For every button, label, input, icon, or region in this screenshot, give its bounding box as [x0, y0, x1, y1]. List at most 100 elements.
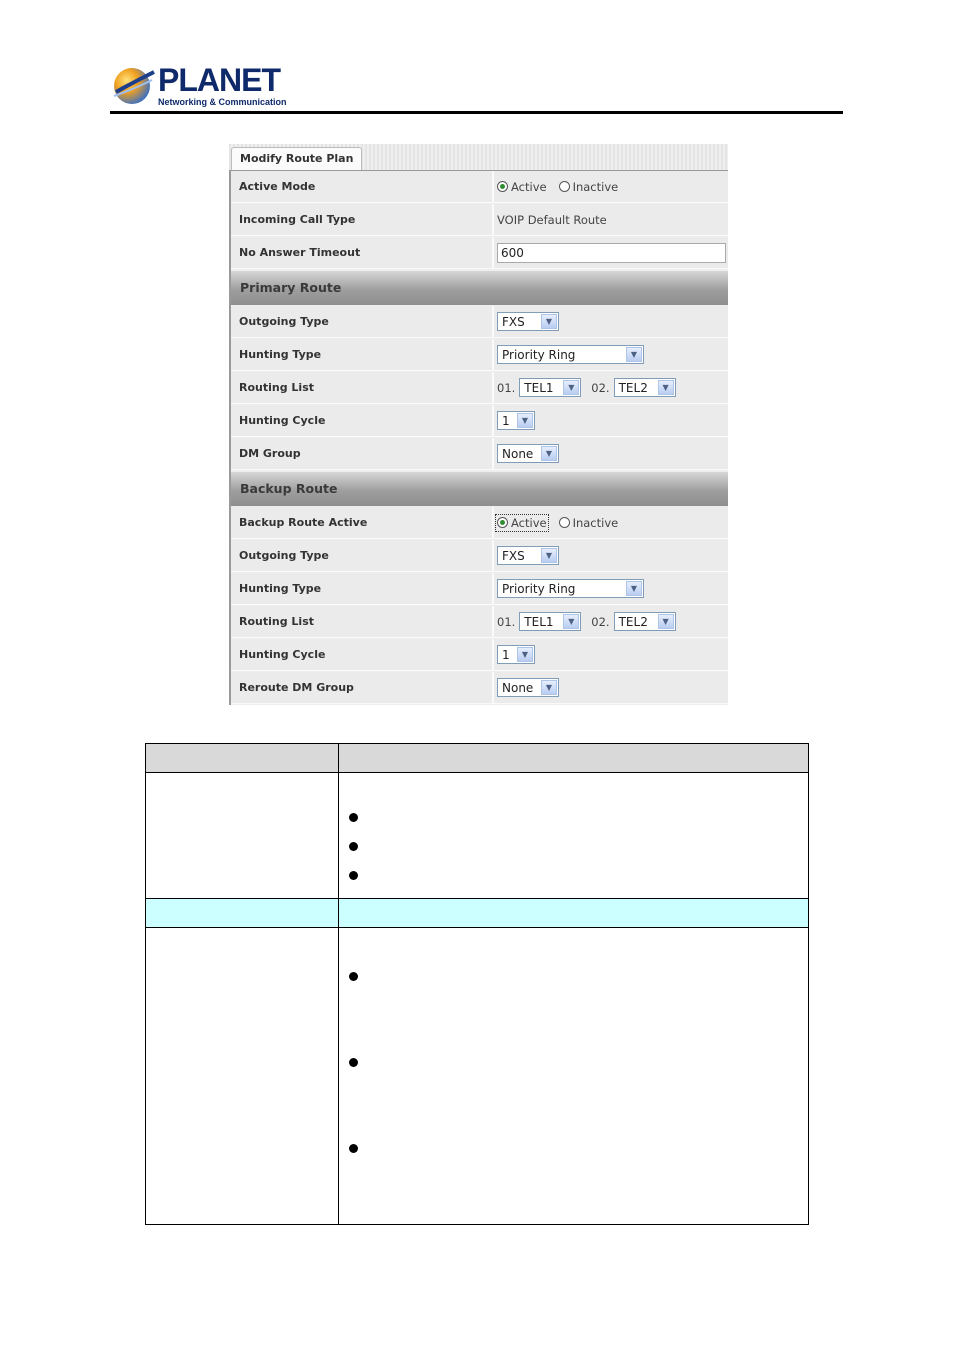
- row-primary-dm-group: DM Group None ▼: [231, 438, 728, 470]
- chevron-down-icon: ▼: [626, 347, 642, 362]
- bullet-icon: [349, 842, 358, 851]
- chevron-down-icon: ▼: [563, 614, 580, 629]
- bullet-icon: [349, 871, 358, 880]
- tab-bar: Modify Route Plan: [229, 144, 728, 170]
- radio-unchecked-icon: [558, 517, 570, 528]
- outgoing-type-label: Outgoing Type: [239, 315, 329, 328]
- list-item: [349, 861, 808, 890]
- list-item: [349, 1138, 808, 1224]
- planet-logo: PLANET Networking & Communication: [112, 62, 287, 110]
- backup-route-active-label: Backup Route Active: [239, 516, 368, 529]
- primary-routing-2-select[interactable]: TEL2 ▼: [613, 378, 676, 397]
- row-no-answer-timeout: No Answer Timeout 600: [231, 237, 728, 269]
- primary-hunting-type-select[interactable]: Priority Ring ▼: [497, 345, 644, 364]
- backup-active-radio[interactable]: Active: [495, 513, 549, 532]
- list-item: [349, 803, 808, 832]
- chevron-down-icon: ▼: [541, 680, 557, 695]
- hunting-type-label: Hunting Type: [239, 582, 322, 595]
- radio-checked-icon: [497, 181, 508, 192]
- radio-label: Inactive: [572, 179, 619, 194]
- row-primary-hunting-type: Hunting Type Priority Ring ▼: [231, 339, 728, 371]
- select-value: FXS: [502, 548, 525, 563]
- radio-label: Active: [511, 515, 547, 530]
- table-header-cell: [145, 743, 339, 773]
- routing-list-label: Routing List: [239, 615, 315, 628]
- planet-globe-icon: [113, 68, 155, 104]
- active-mode-label: Active Mode: [239, 180, 316, 193]
- backup-route-header: Backup Route: [231, 472, 728, 506]
- bullet-icon: [349, 1144, 358, 1153]
- row-backup-hunting-cycle: Hunting Cycle 1 ▼: [231, 639, 728, 671]
- table-cell: [338, 898, 809, 928]
- table-header-row: [145, 743, 809, 773]
- row-primary-outgoing-type: Outgoing Type FXS ▼: [231, 306, 728, 338]
- row-incoming-call-type: Incoming Call Type VOIP Default Route: [231, 204, 728, 236]
- select-value: FXS: [502, 314, 525, 329]
- hunting-cycle-label: Hunting Cycle: [239, 648, 326, 661]
- row-primary-routing-list: Routing List 01. TEL1 ▼ 02. TEL2 ▼: [231, 372, 728, 404]
- backup-inactive-radio[interactable]: Inactive: [558, 515, 619, 530]
- routing-index-1: 01.: [497, 380, 516, 395]
- chevron-down-icon: ▼: [517, 647, 533, 662]
- chevron-down-icon: ▼: [657, 614, 674, 629]
- backup-routing-1-select[interactable]: TEL1 ▼: [519, 612, 582, 631]
- chevron-down-icon: ▼: [563, 380, 580, 395]
- primary-route-header: Primary Route: [231, 271, 728, 305]
- outgoing-type-label: Outgoing Type: [239, 549, 329, 562]
- row-primary-hunting-cycle: Hunting Cycle 1 ▼: [231, 405, 728, 437]
- active-mode-inactive-radio[interactable]: Inactive: [558, 179, 619, 194]
- select-value: 1: [502, 413, 510, 428]
- dm-group-label: DM Group: [239, 447, 301, 460]
- brand-name: PLANET: [158, 62, 281, 98]
- radio-label: Inactive: [572, 515, 619, 530]
- chevron-down-icon: ▼: [657, 380, 674, 395]
- primary-outgoing-type-select[interactable]: FXS ▼: [497, 312, 559, 331]
- backup-hunting-type-select[interactable]: Priority Ring ▼: [497, 579, 644, 598]
- header-divider: [110, 111, 843, 114]
- chevron-down-icon: ▼: [626, 581, 642, 596]
- table-row: [145, 772, 809, 899]
- select-value: Priority Ring: [502, 347, 576, 362]
- incoming-call-type-label: Incoming Call Type: [239, 213, 356, 226]
- row-backup-routing-list: Routing List 01. TEL1 ▼ 02. TEL2 ▼: [231, 606, 728, 638]
- chevron-down-icon: ▼: [517, 413, 533, 428]
- backup-outgoing-type-select[interactable]: FXS ▼: [497, 546, 559, 565]
- list-item: [349, 966, 808, 1052]
- radio-unchecked-icon: [558, 181, 570, 192]
- bullet-icon: [349, 1058, 358, 1067]
- hunting-cycle-label: Hunting Cycle: [239, 414, 326, 427]
- brand-tagline: Networking & Communication: [158, 97, 287, 107]
- chevron-down-icon: ▼: [541, 446, 557, 461]
- tab-modify-route-plan[interactable]: Modify Route Plan: [231, 147, 363, 170]
- primary-hunting-cycle-select[interactable]: 1 ▼: [497, 411, 535, 430]
- routing-list-label: Routing List: [239, 381, 315, 394]
- reroute-dm-group-label: Reroute DM Group: [239, 681, 354, 694]
- active-mode-active-radio[interactable]: Active: [497, 180, 547, 194]
- reroute-dm-group-select[interactable]: None ▼: [497, 678, 559, 697]
- select-value: None: [502, 680, 534, 695]
- select-value: TEL1: [524, 614, 554, 629]
- table-cell: [145, 927, 339, 1225]
- chevron-down-icon: ▼: [541, 548, 557, 563]
- row-active-mode: Active Mode Active Inactive: [231, 171, 728, 203]
- modify-route-plan-panel: Modify Route Plan Active Mode Active Ina…: [229, 144, 728, 705]
- form-body: Active Mode Active Inactive Incoming Cal…: [229, 170, 728, 705]
- table-cell: [145, 772, 339, 899]
- backup-hunting-cycle-select[interactable]: 1 ▼: [497, 645, 535, 664]
- no-answer-timeout-input[interactable]: 600: [497, 242, 726, 263]
- table-header-cell: [338, 743, 809, 773]
- primary-dm-group-select[interactable]: None ▼: [497, 444, 559, 463]
- table-cell: [145, 898, 339, 928]
- backup-routing-2-select[interactable]: TEL2 ▼: [613, 612, 676, 631]
- select-value: TEL2: [618, 380, 648, 395]
- bullet-icon: [349, 813, 358, 822]
- chevron-down-icon: ▼: [541, 314, 557, 329]
- select-value: Priority Ring: [502, 581, 576, 596]
- row-backup-outgoing-type: Outgoing Type FXS ▼: [231, 540, 728, 572]
- table-row: [145, 927, 809, 1225]
- incoming-call-type-value: VOIP Default Route: [497, 212, 607, 227]
- primary-routing-1-select[interactable]: TEL1 ▼: [519, 378, 582, 397]
- row-backup-route-active: Backup Route Active Active Inactive: [231, 507, 728, 539]
- select-value: 1: [502, 647, 510, 662]
- table-cell: [338, 772, 809, 899]
